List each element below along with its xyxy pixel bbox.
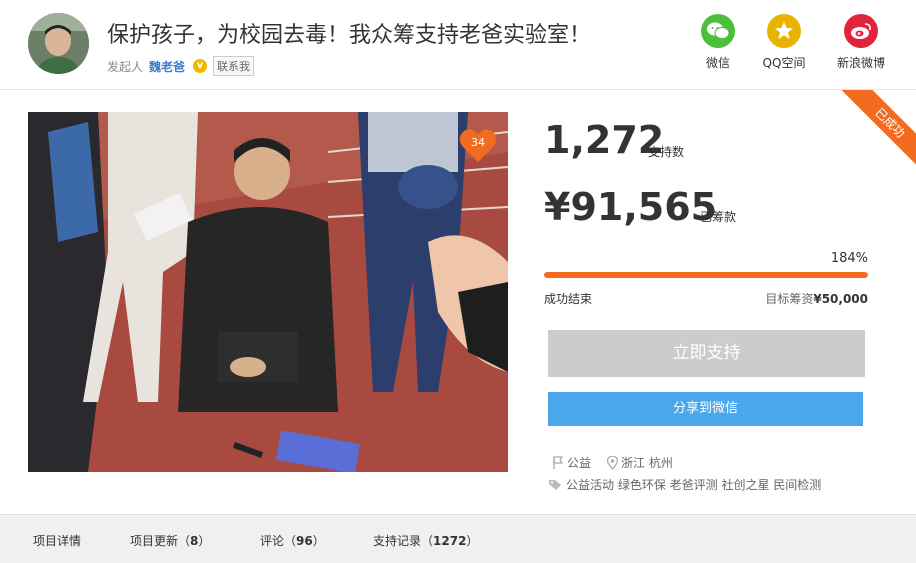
raised-amount: ¥91,565	[544, 185, 718, 229]
project-photo[interactable]	[28, 112, 508, 472]
share-wechat[interactable]: 微信	[688, 14, 748, 71]
success-ribbon-label: 已成功	[839, 90, 916, 170]
location-link[interactable]: 浙江 杭州	[621, 454, 673, 471]
page-title: 保护孩子，为校园去毒！我众筹支持老爸实验室！	[107, 23, 592, 48]
progress-percent: 184%	[830, 251, 868, 266]
tags-list[interactable]: 公益活动 绿色环保 老爸评测 社创之星 民间检测	[566, 476, 821, 493]
tab-details-label: 项目详情	[33, 534, 82, 548]
sponsor-line: 发起人 魏老爸 v 联系我	[107, 56, 255, 76]
category-link[interactable]: 公益	[567, 454, 591, 471]
share-weibo[interactable]: 新浪微博	[831, 14, 891, 71]
project-tabs: 项目详情 项目更新（8） 评论（96） 支持记录（1272）	[0, 514, 916, 563]
tab-updates-label: 项目更新（	[130, 534, 191, 548]
raised-amount-label: 已筹款	[700, 210, 737, 224]
like-count: 34	[471, 136, 485, 149]
target-line: 目标筹资¥50,000	[765, 290, 868, 307]
tab-support-records[interactable]: 支持记录（1272）	[373, 532, 478, 549]
tab-details[interactable]: 项目详情	[33, 532, 81, 549]
sponsor-label: 发起人	[107, 59, 144, 74]
tab-comments-label: 评论（	[260, 534, 297, 548]
project-header: 保护孩子，为校园去毒！我众筹支持老爸实验室！ 发起人 魏老爸 v 联系我 微信	[0, 0, 916, 90]
share-wechat-label: 微信	[705, 56, 730, 70]
share-to-wechat-button[interactable]: 分享到微信	[548, 392, 863, 426]
contact-button[interactable]: 联系我	[213, 56, 255, 76]
supporter-count: 1,272	[544, 118, 665, 162]
tab-comments[interactable]: 评论（96）	[260, 532, 325, 549]
wechat-icon	[701, 14, 735, 48]
target-value: ¥50,000	[813, 292, 868, 306]
sponsor-name-link[interactable]: 魏老爸	[149, 58, 185, 75]
share-qzone[interactable]: QQ空间	[754, 14, 814, 71]
flag-icon	[553, 456, 564, 469]
tab-comments-count: 96	[296, 534, 313, 548]
status-text: 成功结束	[544, 292, 593, 306]
qzone-star-icon	[767, 14, 801, 48]
project-page: 保护孩子，为校园去毒！我众筹支持老爸实验室！ 发起人 魏老爸 v 联系我 微信	[0, 0, 916, 563]
tab-comments-end: ）	[312, 534, 325, 548]
project-meta: 公益 浙江 杭州	[552, 454, 673, 471]
tag-icon	[549, 479, 561, 490]
success-ribbon: 已成功	[836, 90, 916, 170]
project-tags: 公益活动 绿色环保 老爸评测 社创之星 民间检测	[548, 476, 821, 493]
share-qzone-label: QQ空间	[762, 56, 806, 70]
tab-support-records-count: 1272	[433, 534, 467, 548]
weibo-icon	[844, 14, 878, 48]
tab-support-records-end: ）	[466, 534, 479, 548]
supporter-count-label: 支持数	[648, 145, 685, 159]
support-now-button[interactable]: 立即支持	[548, 330, 865, 377]
location-pin-icon	[607, 455, 619, 470]
share-weibo-label: 新浪微博	[836, 56, 885, 70]
target-label: 目标筹资	[765, 292, 814, 306]
progress-bar	[544, 272, 868, 278]
sponsor-avatar[interactable]	[28, 13, 89, 74]
tab-updates-end: ）	[198, 534, 211, 548]
progress-bar-fill	[544, 272, 868, 278]
verified-icon: v	[193, 59, 208, 73]
tab-updates[interactable]: 项目更新（8）	[130, 532, 210, 549]
tab-support-records-label: 支持记录（	[373, 534, 434, 548]
